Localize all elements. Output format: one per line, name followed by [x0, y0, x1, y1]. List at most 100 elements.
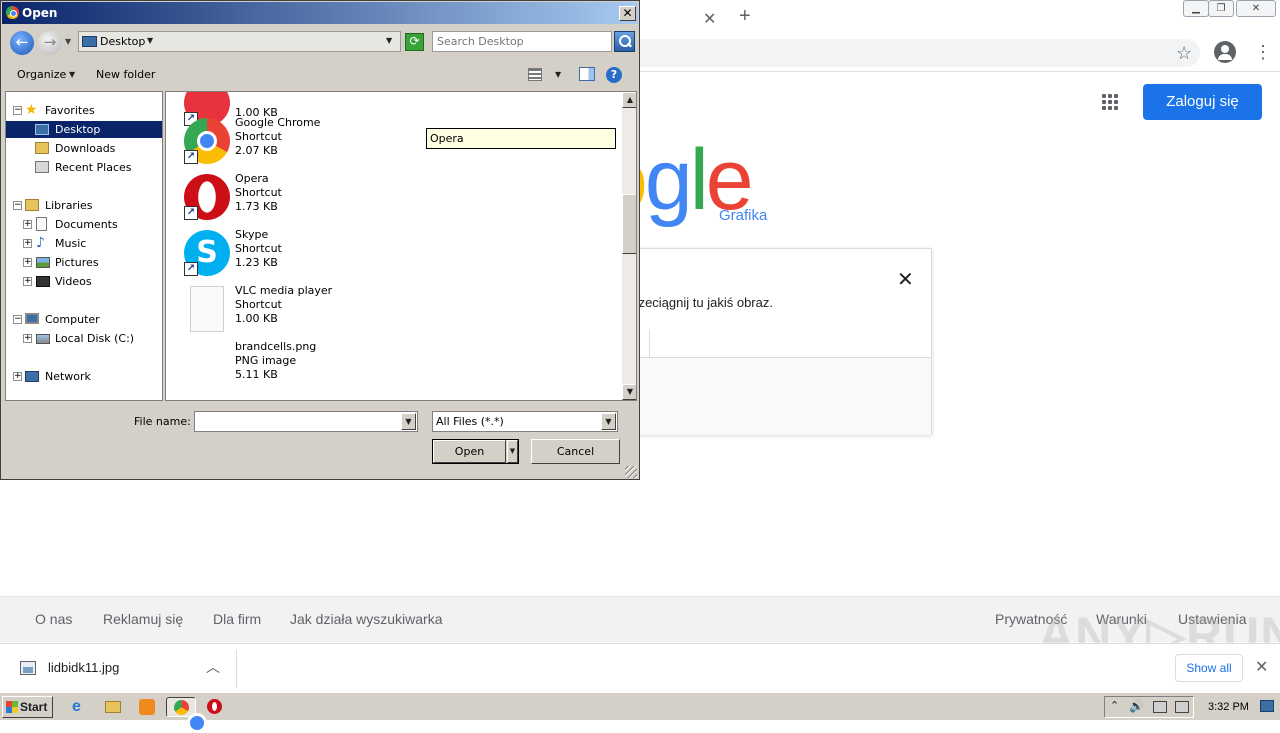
dialog-title: Open	[22, 6, 58, 20]
open-options-arrow-icon[interactable]: ▼	[507, 440, 518, 463]
close-icon[interactable]: ✕	[897, 267, 914, 292]
tree-item-music[interactable]: + ♪ Music	[6, 235, 162, 252]
chrome-icon[interactable]	[166, 697, 207, 733]
tree-item-local-disk[interactable]: + Local Disk (C:)	[6, 330, 162, 347]
file-type-select[interactable]: All Files (*.*) ▼	[432, 411, 618, 432]
restore-button[interactable]: ❐	[1208, 0, 1234, 17]
breadcrumb-arrow-icon[interactable]: ▼	[147, 36, 153, 45]
address-bar[interactable]: Desktop ▼ ▼	[78, 31, 401, 52]
tree-item-documents[interactable]: + Documents	[6, 216, 162, 233]
new-tab-icon[interactable]: +	[739, 5, 751, 28]
shortcut-arrow-icon: ↗	[184, 206, 198, 220]
address-dropdown-icon[interactable]: ▼	[386, 36, 392, 45]
libraries-icon	[25, 199, 39, 211]
dialog-titlebar[interactable]: Open ✕	[2, 2, 638, 24]
file-name-dropdown-icon[interactable]: ▼	[401, 413, 416, 430]
file-item-vlc[interactable]: VLC media player Shortcut 1.00 KB	[184, 284, 484, 338]
forward-button[interactable]: →	[38, 31, 62, 55]
tab-divider	[649, 329, 650, 357]
resize-grip[interactable]	[625, 466, 637, 478]
profile-icon[interactable]	[1214, 41, 1236, 63]
tree-item-computer[interactable]: − Computer	[6, 311, 162, 328]
tree-item-recent-places[interactable]: Recent Places	[6, 159, 162, 176]
tray-expand-icon[interactable]: ⌃	[1110, 699, 1119, 712]
file-name-field[interactable]: ▼	[194, 411, 418, 432]
ie-icon[interactable]: e	[69, 697, 91, 717]
minimize-button[interactable]: ▁	[1183, 0, 1209, 17]
file-type-value: All Files (*.*)	[436, 415, 504, 428]
upload-area[interactable]	[601, 357, 931, 435]
file-name-label: File name:	[134, 415, 191, 428]
chevron-down-icon[interactable]: ▼	[69, 70, 75, 79]
file-item-brandcells[interactable]: brandcells.png PNG image 5.11 KB	[184, 340, 484, 394]
open-button-label[interactable]: Open	[433, 440, 506, 463]
dialog-close-button[interactable]: ✕	[619, 6, 636, 21]
footer-link-advertise[interactable]: Reklamuj się	[103, 611, 183, 627]
media-player-icon[interactable]	[136, 697, 158, 717]
tree-item-downloads[interactable]: Downloads	[6, 140, 162, 157]
show-desktop-icon[interactable]	[1260, 700, 1274, 712]
help-icon[interactable]: ?	[606, 67, 622, 83]
file-item-skype[interactable]: S ↗ Skype Shortcut 1.23 KB	[184, 228, 484, 282]
recent-places-icon	[35, 161, 49, 173]
scroll-up-icon[interactable]: ▲	[622, 92, 636, 108]
image-file-icon	[20, 661, 36, 675]
action-center-icon[interactable]	[1175, 701, 1189, 713]
new-folder-button[interactable]: New folder	[96, 68, 155, 81]
tree-item-libraries[interactable]: − Libraries	[6, 197, 162, 214]
chevron-up-icon[interactable]: ︿	[206, 657, 220, 677]
address-text: Desktop	[100, 35, 146, 48]
opera-icon[interactable]	[204, 697, 226, 717]
close-tab-icon[interactable]: ✕	[703, 9, 716, 29]
command-bar: Organize ▼ New folder ▼ ?	[2, 61, 638, 89]
chrome-icon	[6, 6, 19, 19]
volume-icon[interactable]: 🔊	[1129, 699, 1144, 713]
network-icon	[25, 371, 39, 382]
apps-grid-icon[interactable]	[1102, 94, 1118, 110]
footer-link-about[interactable]: O nas	[35, 611, 72, 627]
taskbar-clock[interactable]: 3:32 PM	[1208, 701, 1249, 713]
scroll-down-icon[interactable]: ▼	[622, 384, 636, 400]
search-input[interactable]	[435, 34, 605, 49]
bookmark-star-icon[interactable]: ☆	[1176, 43, 1192, 64]
file-item-opera[interactable]: ↗ Opera Shortcut 1.73 KB	[184, 172, 484, 226]
network-tray-icon[interactable]	[1153, 701, 1167, 713]
music-icon: ♪	[36, 235, 45, 251]
tree-item-videos[interactable]: + Videos	[6, 273, 162, 290]
scroll-thumb[interactable]	[622, 194, 636, 254]
explorer-icon[interactable]	[102, 697, 124, 717]
back-button[interactable]: ←	[10, 31, 34, 55]
open-dialog: Open ✕ ← → ▼ Desktop ▼ ▼ ⟳ Organize ▼ Ne…	[0, 0, 640, 480]
signin-button[interactable]: Zaloguj się	[1143, 84, 1262, 120]
close-shelf-icon[interactable]: ✕	[1255, 657, 1268, 677]
change-view-icon[interactable]	[528, 68, 542, 81]
file-name-input[interactable]	[197, 414, 397, 429]
omnibox[interactable]	[630, 39, 1200, 67]
open-button[interactable]: Open ▼	[432, 439, 519, 464]
tree-item-pictures[interactable]: + Pictures	[6, 254, 162, 271]
preview-pane-icon[interactable]	[579, 67, 595, 81]
view-options-arrow-icon[interactable]: ▼	[555, 70, 561, 79]
footer-link-business[interactable]: Dla firm	[213, 611, 261, 627]
show-all-button[interactable]: Show all	[1175, 654, 1243, 682]
organize-button[interactable]: Organize	[17, 68, 66, 81]
tree-item-network[interactable]: + Network	[6, 368, 162, 385]
file-type-dropdown-icon[interactable]: ▼	[601, 413, 616, 430]
download-item-name[interactable]: lidbidk11.jpg	[48, 660, 119, 675]
documents-icon	[36, 217, 47, 231]
window-close-button[interactable]: ✕	[1236, 0, 1276, 17]
chrome-menu-icon[interactable]: ⋮	[1254, 41, 1272, 63]
image-search-card: ✕ stu. Przeciągnij tu jakiś obraz.	[600, 248, 932, 435]
tree-item-favorites[interactable]: − ★ Favorites	[6, 102, 162, 119]
tree-item-desktop[interactable]: Desktop	[6, 121, 162, 138]
desktop-icon	[82, 36, 97, 47]
search-icon[interactable]	[614, 31, 635, 52]
footer-link-how-search-works[interactable]: Jak działa wyszukiwarka	[290, 611, 443, 627]
search-box[interactable]	[432, 31, 612, 52]
refresh-icon[interactable]: ⟳	[405, 33, 424, 51]
vertical-scrollbar[interactable]: ▲ ▼	[622, 92, 636, 400]
shelf-divider	[236, 650, 237, 688]
recent-locations-arrow-icon[interactable]: ▼	[65, 37, 71, 46]
start-button[interactable]: Start	[2, 696, 53, 718]
cancel-button[interactable]: Cancel	[531, 439, 620, 464]
